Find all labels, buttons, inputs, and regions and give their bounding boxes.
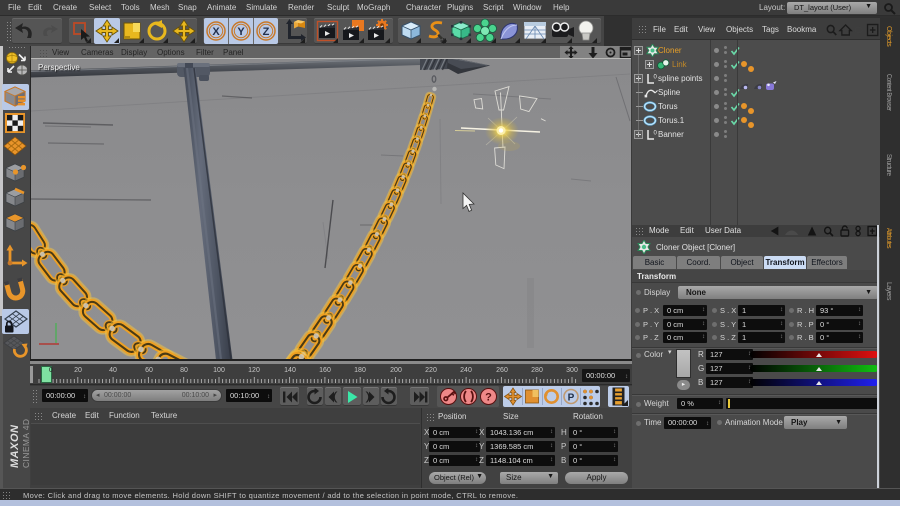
svg-text:0: 0 [654,75,658,81]
svg-text:P: P [568,392,575,403]
svg-text:X: X [212,26,220,38]
svg-text:?: ? [485,392,492,404]
svg-text:Y: Y [237,26,245,38]
svg-text:Z: Z [263,26,270,38]
svg-text:0: 0 [654,131,658,137]
